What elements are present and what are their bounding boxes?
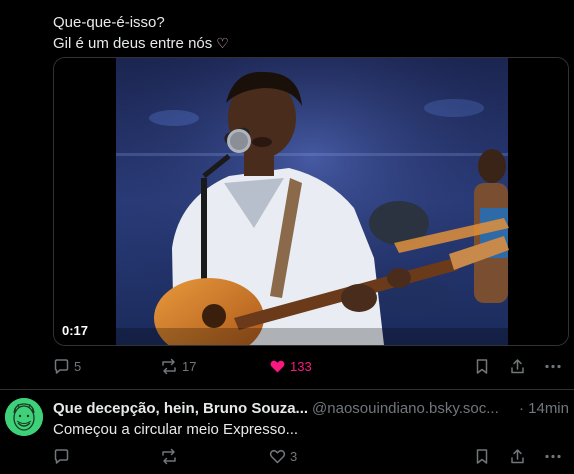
post-time[interactable]: · 14min [514, 399, 569, 419]
post-text-line: Que-que-é-isso? [53, 14, 165, 31]
avatar-face-icon [5, 398, 43, 436]
author-handle[interactable]: @naosouindiano.bsky.soc... [312, 400, 499, 417]
share-button[interactable] [509, 356, 526, 376]
author-name[interactable]: Que decepção, hein, Bruno Souza... [53, 400, 308, 417]
bookmark-button[interactable] [474, 446, 490, 466]
ellipsis-icon [545, 454, 561, 458]
ellipsis-icon [545, 364, 561, 368]
post-text-content: Gil é um deus entre nós [53, 35, 213, 52]
reply-count: 5 [74, 358, 82, 374]
post-actions: 3 [53, 446, 567, 466]
share-button[interactable] [509, 446, 526, 466]
reply-button[interactable]: 5 [53, 356, 81, 376]
white-heart-emoji-icon: ♡ [216, 35, 229, 51]
post-actions: 5 17 133 [53, 356, 567, 376]
repost-button[interactable]: 17 [160, 356, 196, 376]
like-count: 3 [290, 448, 298, 464]
avatar[interactable] [5, 398, 43, 436]
post-text: Começou a circular meio Expresso... [53, 421, 299, 438]
more-options-button[interactable] [544, 446, 562, 466]
video-frame [54, 58, 568, 345]
like-button[interactable]: 3 [269, 446, 297, 466]
bookmark-icon [476, 448, 488, 464]
like-button[interactable]: 133 [269, 356, 312, 376]
like-count: 133 [290, 358, 312, 374]
reply-button[interactable] [53, 446, 74, 466]
repost-arrows-icon [162, 448, 176, 464]
share-upload-icon [511, 448, 524, 463]
post-header: Que decepção, hein, Bruno Souza... @naoso… [53, 399, 569, 419]
bookmark-button[interactable] [474, 356, 490, 376]
bookmark-icon [476, 358, 488, 374]
video-time: 0:17 [62, 323, 89, 338]
repost-button[interactable] [160, 446, 182, 466]
post-text: Que-que-é-isso? Gil é um deus entre nós ♡ [53, 12, 229, 54]
more-options-button[interactable] [544, 356, 562, 376]
repost-count: 17 [182, 358, 197, 374]
post-text-line: Gil é um deus entre nós ♡ [53, 33, 229, 54]
video-player[interactable]: 0:17 [53, 57, 569, 346]
heart-icon [269, 449, 286, 463]
repost-arrows-icon [162, 358, 176, 374]
speech-bubble-icon [54, 448, 69, 464]
heart-icon [270, 360, 285, 372]
speech-bubble-icon [54, 358, 69, 374]
feed-post[interactable]: Que-que-é-isso? Gil é um deus entre nós ♡ [0, 0, 574, 389]
share-upload-icon [511, 358, 524, 373]
feed-post[interactable]: Que decepção, hein, Bruno Souza... @naoso… [0, 390, 574, 474]
